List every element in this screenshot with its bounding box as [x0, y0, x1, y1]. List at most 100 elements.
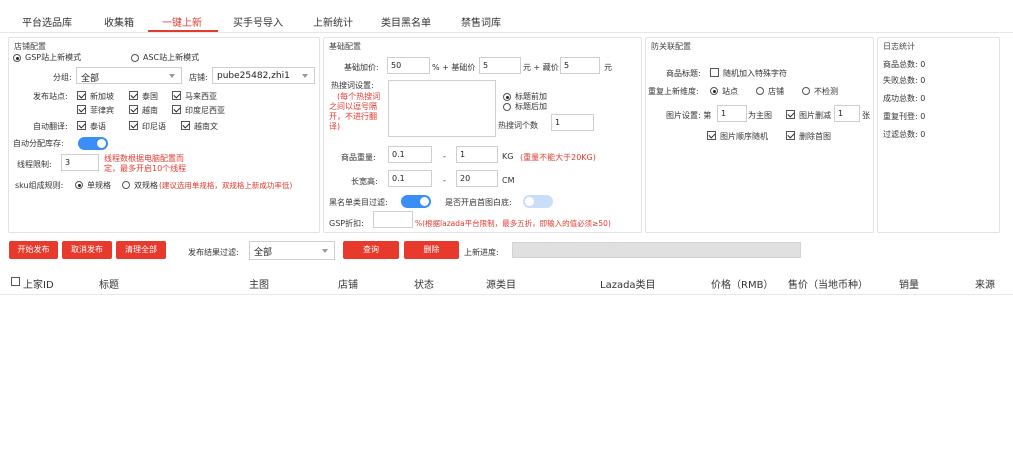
hot-after-title-radio[interactable] — [503, 103, 511, 111]
anti-association-panel: 防关联配置 商品标题: 随机加入特殊字符 重复上新维度: 站点 店铺 不检测 图… — [645, 37, 874, 233]
image-delete-count-input[interactable]: 1 — [834, 105, 860, 122]
sku-single-radio[interactable] — [75, 181, 83, 189]
col-lazada-category[interactable]: Lazada类目 — [600, 276, 656, 291]
asc-mode-label: ASC站上新模式 — [143, 53, 200, 62]
image-random-checkbox[interactable] — [707, 131, 716, 140]
gsp-mode-radio[interactable] — [13, 54, 21, 62]
clear-all-button[interactable]: 清理全部 — [116, 241, 166, 259]
plus-base-label: % + 基础价 — [432, 63, 476, 72]
weight-min-input[interactable]: 0.1 — [388, 146, 432, 163]
gsp-discount-note: %(根据lazada平台限制，最多五折，即输入的值必须≥50) — [415, 219, 611, 228]
group-select[interactable]: 全部 — [76, 67, 182, 84]
col-supplier-id[interactable]: 上家ID — [23, 276, 54, 291]
asc-mode-radio[interactable] — [131, 54, 139, 62]
chevron-down-icon — [169, 74, 175, 78]
shop-select-value: pube25482,zhi1 — [217, 71, 290, 81]
weight-dash: - — [443, 152, 446, 161]
sku-label: sku组成规则: — [15, 181, 64, 190]
delete-button[interactable]: 删除 — [404, 241, 459, 259]
site-checkbox-my[interactable] — [172, 91, 181, 100]
auto-stock-label: 自动分配库存: — [13, 139, 64, 148]
size-min-input[interactable]: 0.1 — [388, 170, 432, 187]
hot-before-title-radio[interactable] — [503, 93, 511, 101]
tab-buyer-import[interactable]: 买手号导入 — [233, 14, 283, 29]
sku-double-radio[interactable] — [122, 181, 130, 189]
site-label-sg: 新加坡 — [90, 92, 114, 101]
tab-listing-stats[interactable]: 上新统计 — [313, 14, 353, 29]
base-price-input[interactable]: 5 — [479, 57, 521, 74]
main-image-index-input[interactable]: 1 — [717, 105, 747, 122]
auto-stock-toggle[interactable] — [78, 137, 108, 150]
sites-label: 发布站点: — [33, 92, 68, 101]
size-label: 长宽高: — [351, 177, 378, 186]
col-shop[interactable]: 店铺 — [338, 276, 358, 291]
dim-none-radio[interactable] — [802, 87, 810, 95]
result-filter-select[interactable]: 全部 — [249, 241, 335, 260]
weight-max-input[interactable]: 1 — [456, 146, 498, 163]
shop-label: 店铺: — [189, 73, 208, 82]
size-max-input[interactable]: 20 — [456, 170, 498, 187]
store-config-title: 店铺配置 — [14, 42, 46, 51]
result-filter-label: 发布结果过滤: — [188, 248, 239, 257]
yuan-plus-profit-label: 元 + 藏价 — [523, 63, 559, 72]
cm-unit: CM — [502, 176, 515, 185]
hot-count-input[interactable]: 1 — [551, 114, 594, 131]
title-tag-label: 商品标题: — [666, 69, 701, 78]
gsp-discount-label: GSP折扣: — [329, 219, 364, 228]
hot-words-label: 热搜词设置: — [331, 81, 374, 90]
group-select-value: 全部 — [81, 74, 100, 84]
white-bg-toggle[interactable] — [523, 195, 553, 208]
select-all-checkbox[interactable] — [11, 277, 20, 286]
markup-input[interactable]: 50 — [387, 57, 430, 74]
image-delete-checkbox[interactable] — [786, 110, 795, 119]
site-checkbox-vn[interactable] — [129, 105, 138, 114]
delete-first-image-checkbox[interactable] — [786, 131, 795, 140]
col-sales[interactable]: 销量 — [899, 276, 919, 291]
shop-select[interactable]: pube25482,zhi1 — [212, 67, 315, 84]
thread-input[interactable]: 3 — [61, 154, 99, 171]
site-checkbox-id[interactable] — [172, 105, 181, 114]
site-checkbox-sg[interactable] — [77, 91, 86, 100]
profit-input[interactable]: 5 — [560, 57, 600, 74]
dim-none-label: 不检测 — [814, 87, 838, 96]
active-tab-underline — [148, 30, 218, 32]
query-button[interactable]: 查询 — [343, 241, 399, 259]
col-local-price[interactable]: 售价（当地币种） — [788, 276, 868, 291]
col-title[interactable]: 标题 — [99, 276, 119, 291]
special-char-checkbox[interactable] — [710, 68, 719, 77]
tab-banned-words[interactable]: 禁售词库 — [461, 14, 501, 29]
tab-collection-box[interactable]: 收集箱 — [104, 14, 134, 29]
translate-checkbox-thai[interactable] — [77, 121, 86, 130]
dim-site-label: 站点 — [722, 87, 738, 96]
thread-label: 线程限制: — [17, 160, 52, 169]
store-config-panel: 店铺配置 GSP站上新模式 ASC站上新模式 分组: 全部 店铺: pube25… — [8, 37, 320, 233]
gsp-discount-input[interactable] — [373, 211, 413, 228]
translate-label-viet: 越南文 — [194, 122, 218, 131]
dim-shop-radio[interactable] — [756, 87, 764, 95]
translate-checkbox-indo[interactable] — [129, 121, 138, 130]
log-total: 商品总数: 0 — [883, 60, 926, 69]
col-status[interactable]: 状态 — [414, 276, 434, 291]
basic-config-title: 基础配置 — [329, 42, 361, 51]
col-source-category[interactable]: 源类目 — [486, 276, 516, 291]
log-repeat: 重复刊登: 0 — [883, 112, 926, 121]
tab-platform-library[interactable]: 平台选品库 — [22, 14, 72, 29]
log-stats-title: 日志统计 — [883, 42, 915, 51]
hot-words-textarea[interactable] — [388, 80, 496, 137]
log-fail: 失败总数: 0 — [883, 76, 926, 85]
translate-checkbox-viet[interactable] — [181, 121, 190, 130]
start-publish-button[interactable]: 开始发布 — [9, 241, 58, 259]
dim-site-radio[interactable] — [710, 87, 718, 95]
main-image-label: 为主图 — [748, 111, 772, 120]
site-checkbox-ph[interactable] — [77, 105, 86, 114]
tab-one-click-listing[interactable]: 一键上新 — [162, 14, 202, 29]
site-checkbox-th[interactable] — [129, 91, 138, 100]
cancel-publish-button[interactable]: 取消发布 — [62, 241, 112, 259]
col-source[interactable]: 来源 — [975, 276, 995, 291]
chevron-down-icon — [302, 74, 308, 78]
log-filter: 过滤总数: 0 — [883, 130, 926, 139]
blacklist-filter-toggle[interactable] — [401, 195, 431, 208]
col-price-rmb[interactable]: 价格（RMB） — [711, 276, 773, 291]
tab-category-blacklist[interactable]: 类目黑名单 — [381, 14, 431, 29]
col-main-image[interactable]: 主图 — [249, 276, 269, 291]
